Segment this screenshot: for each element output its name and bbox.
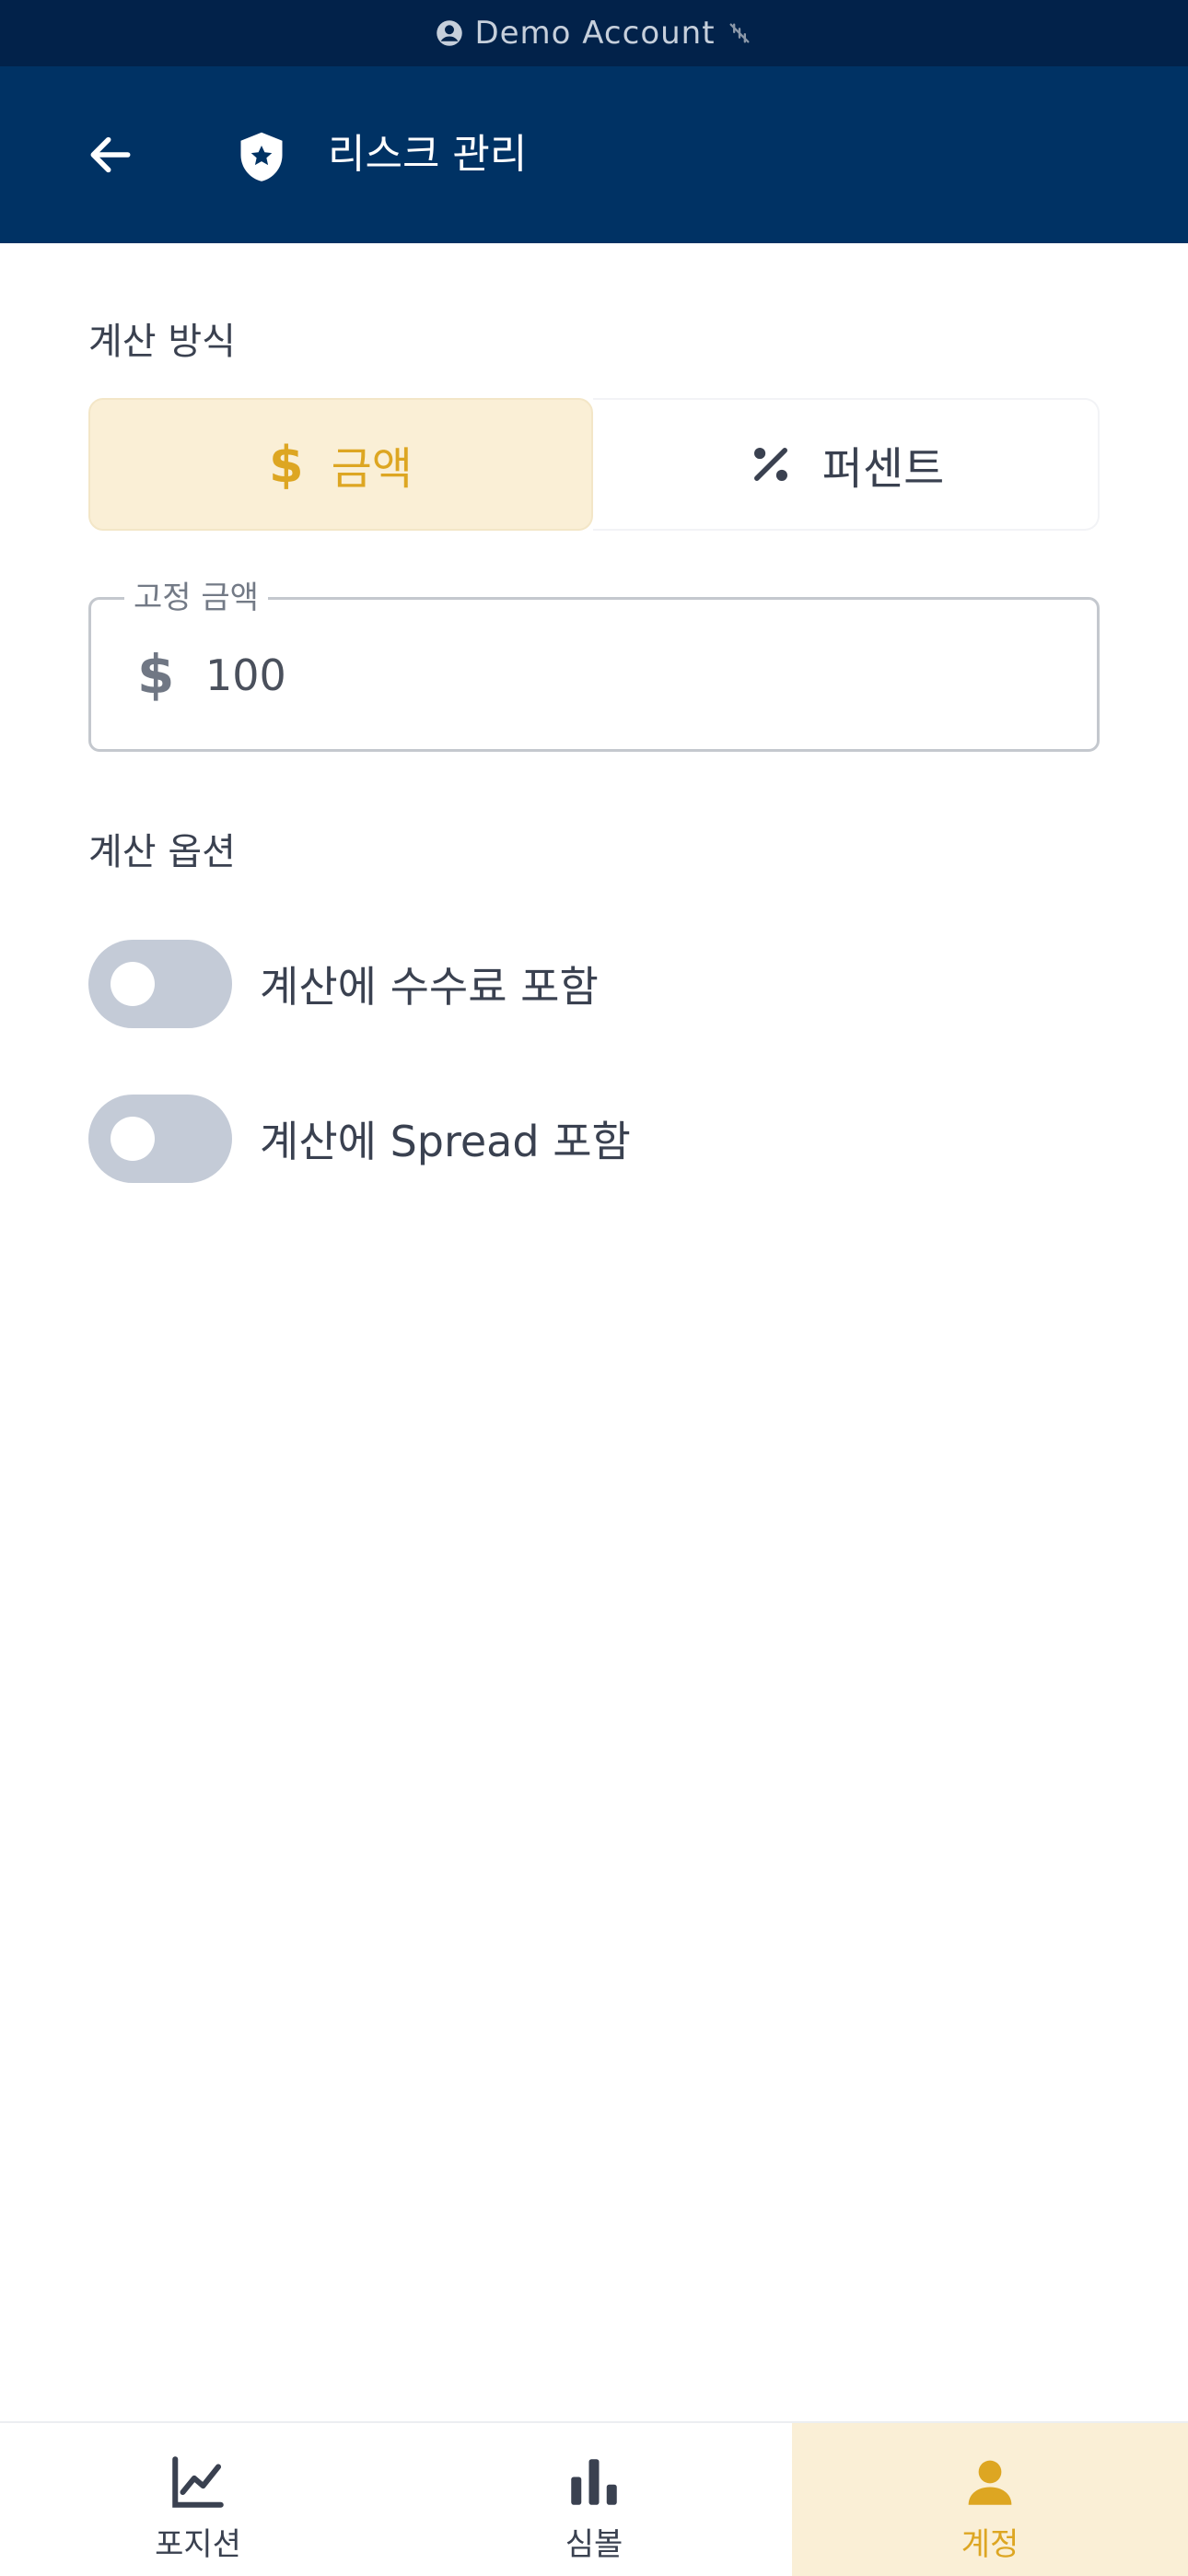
account-circle-icon xyxy=(436,19,463,47)
fixed-amount-legend: 고정 금액 xyxy=(124,576,268,620)
nav-item-symbols[interactable]: 심볼 xyxy=(396,2423,792,2576)
nav-label-positions: 포지션 xyxy=(155,2526,241,2563)
include-spread-toggle[interactable] xyxy=(88,1095,232,1183)
include-fee-row: 계산에 수수료 포함 xyxy=(88,940,599,1028)
fixed-amount-field: 고정 금액 $ xyxy=(88,576,1100,752)
calc-options-label: 계산 옵션 xyxy=(88,831,236,873)
include-fee-label: 계산에 수수료 포함 xyxy=(260,962,599,1012)
arrow-back-icon xyxy=(90,136,131,173)
shield-star-icon xyxy=(240,132,283,181)
account-label: Demo Account xyxy=(474,15,716,52)
nav-label-symbols: 심볼 xyxy=(565,2526,623,2563)
nav-item-positions[interactable]: 포지션 xyxy=(0,2423,396,2576)
include-spread-row: 계산에 Spread 포함 xyxy=(88,1095,631,1183)
nav-item-account[interactable]: 계정 xyxy=(792,2423,1188,2576)
percent-option-button[interactable]: 퍼센트 xyxy=(593,398,1100,531)
toggle-knob xyxy=(111,1117,155,1161)
dollar-icon: $ xyxy=(269,435,304,494)
percent-icon xyxy=(753,448,787,481)
calc-method-label: 계산 방식 xyxy=(88,321,236,363)
app-bar: 리스크 관리 xyxy=(0,66,1188,243)
back-button[interactable] xyxy=(77,122,144,188)
person-icon xyxy=(957,2449,1023,2515)
fixed-amount-input[interactable] xyxy=(205,642,1034,708)
calc-method-selector: $ 금액 퍼센트 xyxy=(88,398,1100,531)
nav-label-account: 계정 xyxy=(961,2526,1019,2563)
include-fee-toggle[interactable] xyxy=(88,940,232,1028)
no-connection-icon xyxy=(727,20,752,46)
amount-option-label: 금액 xyxy=(331,443,413,495)
amount-option-button[interactable]: $ 금액 xyxy=(88,398,593,531)
page-title: 리스크 관리 xyxy=(328,131,528,178)
status-bar: Demo Account xyxy=(0,0,1188,66)
line-chart-icon xyxy=(165,2449,231,2515)
bottom-nav: 포지션 심볼 계정 xyxy=(0,2421,1188,2576)
percent-option-label: 퍼센트 xyxy=(821,443,945,495)
toggle-knob xyxy=(111,962,155,1006)
bar-chart-icon xyxy=(561,2449,627,2515)
include-spread-label: 계산에 Spread 포함 xyxy=(260,1117,631,1166)
dollar-prefix-icon: $ xyxy=(137,643,175,706)
